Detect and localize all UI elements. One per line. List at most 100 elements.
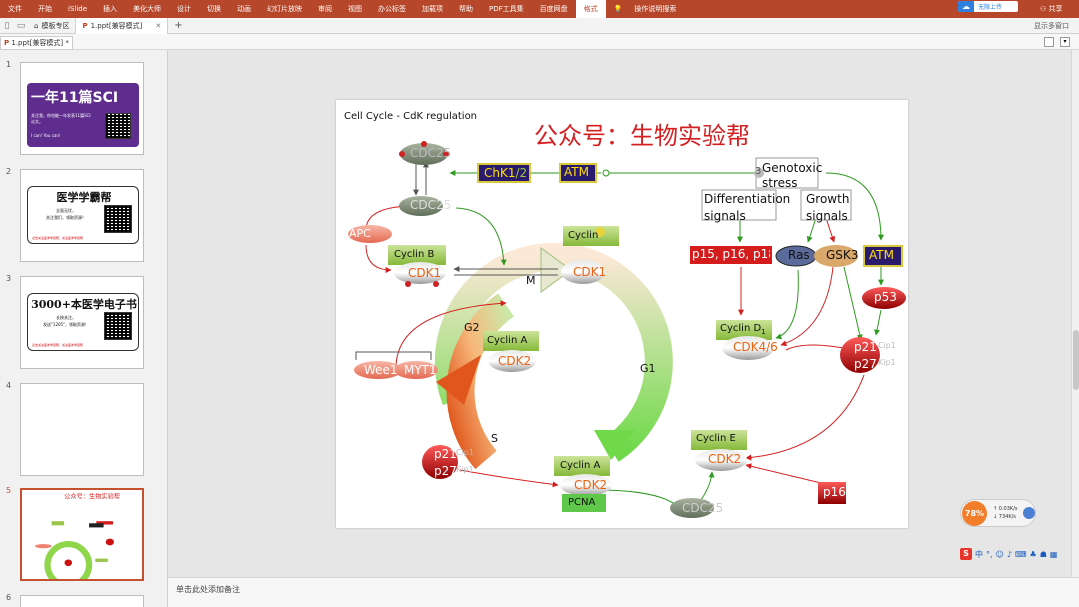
label-cyclin-d-sub: 1 (761, 328, 766, 336)
menu-item[interactable]: 设计 (169, 0, 199, 18)
share-button[interactable]: ⚇ 共享 (1040, 0, 1063, 18)
tell-me-search[interactable]: 操作说明搜索 (630, 4, 676, 14)
label-cyclin-d: Cyclin D1 (720, 323, 766, 336)
new-file-icon[interactable]: ▯ (0, 21, 14, 31)
emoji-icon[interactable]: ☺ (996, 550, 1004, 559)
label-cyclin-a-mid: Cyclin A (487, 335, 528, 346)
label-apc: APC (349, 227, 371, 240)
label-differentiation: Differentiation signals (704, 192, 791, 223)
menu-item[interactable]: 视图 (340, 0, 370, 18)
menu-item[interactable]: 插入 (95, 0, 125, 18)
slide-5[interactable]: Cell Cycle - CdK regulation 公众号：生物实验帮 CD… (336, 100, 908, 528)
scrollbar-thumb[interactable] (1073, 330, 1079, 390)
label-genotoxic: Genotoxic stress (762, 161, 823, 190)
keyboard-icon[interactable]: ⌨ (1015, 550, 1027, 559)
slide-thumbnail-4[interactable] (20, 383, 144, 476)
share-label: 共享 (1048, 5, 1063, 13)
label-atm-right: ATM (869, 248, 894, 262)
ime-toolbar[interactable]: S 中 °, ☺ ♪ ⌨ ♣ ☗ ▦ (960, 548, 1057, 560)
menu-item[interactable]: 帮助 (451, 0, 481, 18)
document-file-label: 1.ppt[兼容模式] * (11, 39, 69, 47)
close-icon[interactable]: ✕ (145, 18, 161, 34)
label-cdk2-mid: CDK2 (498, 354, 532, 368)
notes-pane[interactable]: 单击此处添加备注 (168, 577, 1079, 607)
menu-item[interactable]: 美化大师 (125, 0, 169, 18)
grid-icon[interactable]: ▦ (1050, 550, 1058, 559)
menu-item[interactable]: iSlide (60, 0, 95, 18)
download-speed: ↓ 734K/s (993, 514, 1016, 520)
thumb1-line: I can! You can! (31, 133, 61, 138)
menu-item[interactable]: 格式 (575, 0, 606, 18)
multi-window-button[interactable]: 显示多窗口 (1034, 18, 1069, 34)
menu-item[interactable]: 审阅 (310, 0, 340, 18)
slide-thumbnail-2[interactable]: 医学学霸帮 全面无忧， 关注我们，领取资源！ 点击关注医学学霸帮，关注医学学霸帮 (20, 169, 144, 262)
label-myt1: MYT1 (404, 363, 437, 377)
document-file-name[interactable]: P 1.ppt[兼容模式] * (0, 36, 73, 50)
thumb5-miniature: 公众号：生物实验帮 (35, 492, 120, 579)
label-cyclin-top: Cyclin (568, 230, 599, 241)
lightbulb-icon: 💡 (613, 5, 623, 13)
watermark-text: 公众号：生物实验帮 (534, 122, 750, 150)
cell-cycle-diagram (348, 141, 906, 518)
tab-document[interactable]: P 1.ppt[兼容模式] ✕ (75, 17, 169, 34)
open-folder-icon[interactable]: ▭ (14, 21, 28, 31)
label-chk1-suffix: /2 (515, 166, 528, 180)
label-wee1: Wee1 (364, 363, 398, 377)
slide-number: 3 (6, 274, 12, 283)
menu-item[interactable]: 百度网盘 (532, 0, 576, 18)
thumb3-text: 长按关注， 发送"1205"，领取资源！ (32, 314, 100, 328)
label-cdk46: CDK4/6 (733, 340, 778, 354)
page-layout-button[interactable] (1044, 37, 1054, 47)
menu-item[interactable]: 加载项 (414, 0, 451, 18)
accelerate-icon[interactable] (1023, 507, 1035, 519)
sogou-icon[interactable]: S (960, 548, 972, 560)
menu-item[interactable]: PDF工具集 (481, 0, 532, 18)
network-speed-widget[interactable]: 78% ↑ 0.03K/s ↓ 734K/s (960, 499, 1036, 527)
label-m-phase: M (526, 274, 536, 287)
dropdown-button[interactable]: ▾ (1060, 37, 1070, 47)
slide-thumbnail-1[interactable]: 一年11篇SCI 关注我，你也能一年发表11篇SCI论文。 I can! You… (20, 62, 144, 155)
slide-thumbnail-panel[interactable]: 1 一年11篇SCI 关注我，你也能一年发表11篇SCI论文。 I can! Y… (0, 50, 168, 607)
upload-speed: ↑ 0.03K/s (993, 506, 1018, 512)
label-g2-phase: G2 (464, 321, 480, 334)
menu-item[interactable]: 切换 (199, 0, 229, 18)
label-cyclin-b: Cyclin B (394, 249, 435, 260)
new-tab-button[interactable]: + (168, 20, 182, 31)
menu-item[interactable]: 开始 (30, 0, 60, 18)
thumb2-card: 医学学霸帮 全面无忧， 关注我们，领取资源！ 点击关注医学学霸帮，关注医学学霸帮 (27, 186, 139, 244)
label-cdc25-top: CDC25 (410, 146, 452, 160)
slide-number: 1 (6, 60, 12, 69)
thumb1-title: 一年11篇SCI (31, 90, 119, 106)
punctuation-icon[interactable]: °, (986, 550, 993, 559)
mic-icon[interactable]: ♪ (1007, 550, 1012, 559)
label-p53: p53 (874, 290, 897, 304)
slide-thumbnail-6[interactable] (20, 595, 144, 607)
thumb5-watermark: 公众号：生物实验帮 (64, 492, 120, 500)
qr-code-icon (104, 312, 132, 340)
notes-placeholder: 单击此处添加备注 (176, 585, 240, 594)
slide-thumbnail-5[interactable]: 公众号：生物实验帮 (20, 488, 144, 581)
label-p21-left: p21 (434, 447, 457, 461)
label-chk1-text: ChK1 (484, 166, 516, 180)
skin-icon[interactable]: ♣ (1030, 550, 1037, 559)
ribbon-menu-bar: 文件 开始 iSlide 插入 美化大师 设计 切换 动画 幻灯片放映 审阅 视图 办公标签 加载项 帮助… (0, 0, 1079, 18)
label-chk1: ChK1/2 (484, 166, 527, 180)
menu-item[interactable]: 文件 (0, 0, 30, 18)
home-icon: ⌂ (34, 21, 39, 30)
label-cyclin-e: Cyclin E (696, 433, 736, 444)
menu-item[interactable]: 幻灯片放映 (259, 0, 310, 18)
thumb3-line2: 发送"1205"，领取资源！ (43, 322, 89, 327)
label-cip1-right: Cip1 (878, 341, 896, 350)
download-speed-value: 734K/s (998, 514, 1016, 520)
qr-code-icon (105, 113, 131, 139)
ime-language[interactable]: 中 (975, 549, 983, 560)
slide-thumbnail-3[interactable]: 3000+本医学电子书 长按关注， 发送"1205"，领取资源！ 点击关注医学学霸… (20, 276, 144, 369)
tab-template[interactable]: ⌂ 模板专区 (28, 18, 75, 34)
menu-item[interactable]: 办公标签 (370, 0, 414, 18)
thumb1-subtitle: 关注我，你也能一年发表11篇SCI论文。 (31, 113, 91, 124)
cloud-upload-button[interactable]: ☁ 无限上传 (958, 1, 1018, 12)
shirt-icon[interactable]: ☗ (1040, 550, 1047, 559)
menu-item[interactable]: 动画 (229, 0, 259, 18)
vertical-scrollbar[interactable] (1071, 50, 1079, 577)
slide-number: 4 (6, 381, 12, 390)
